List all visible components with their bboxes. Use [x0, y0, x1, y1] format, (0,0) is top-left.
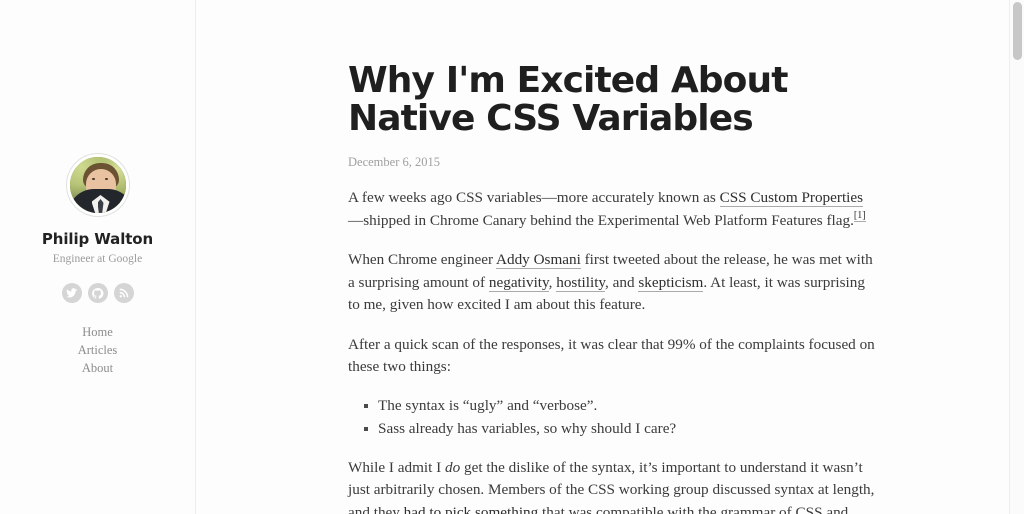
- link-skepticism[interactable]: skepticism: [638, 273, 704, 292]
- avatar-eye-left: [91, 178, 95, 180]
- link-hostility[interactable]: hostility: [556, 273, 606, 292]
- github-icon[interactable]: [87, 283, 108, 303]
- link-addy-osmani[interactable]: Addy Osmani: [496, 251, 581, 269]
- article: Why I'm Excited About Native CSS Variabl…: [348, 0, 878, 514]
- p4-s1: While I admit I: [348, 458, 445, 476]
- social-links: [0, 283, 195, 303]
- nav-item-articles[interactable]: Articles: [0, 341, 195, 359]
- twitter-icon[interactable]: [61, 283, 82, 303]
- link-css-custom-properties[interactable]: CSS Custom Properties: [719, 189, 864, 207]
- p2-s1: When Chrome engineer: [348, 251, 497, 268]
- main-content: Why I'm Excited About Native CSS Variabl…: [196, 0, 1008, 514]
- avatar-wrapper: [0, 154, 195, 216]
- nav-item-about[interactable]: About: [0, 359, 195, 377]
- person-name: Philip Walton: [41, 230, 154, 248]
- footnote-link-1[interactable]: [1]: [853, 210, 866, 223]
- footnote-ref-1: [1]: [853, 210, 866, 223]
- p1-text-after: —shipped in Chrome Canary behind the Exp…: [348, 211, 854, 229]
- avatar-eye-right: [104, 178, 108, 180]
- paragraph-4: While I admit I do get the dislike of th…: [348, 457, 878, 514]
- nav-item-home[interactable]: Home: [0, 323, 195, 341]
- complaints-list: The syntax is “ugly” and “verbose”. Sass…: [348, 394, 878, 440]
- page-root: Philip Walton Engineer at Google Home Ar…: [0, 0, 1024, 514]
- post-date: December 6, 2015: [348, 155, 440, 169]
- page-title: Why I'm Excited About Native CSS Variabl…: [348, 60, 788, 139]
- person-title: Engineer at Google: [52, 253, 143, 265]
- p2-s4: , and: [605, 273, 639, 291]
- list-item: Sass already has variables, so why shoul…: [364, 417, 878, 440]
- link-had-to-pick-something[interactable]: had to pick something: [403, 503, 539, 514]
- paragraph-3: After a quick scan of the responses, it …: [348, 335, 875, 376]
- list-item: The syntax is “ugly” and “verbose”.: [364, 394, 878, 417]
- rss-icon[interactable]: [113, 283, 134, 303]
- paragraph-2: When Chrome engineer Addy Osmani first t…: [348, 249, 878, 317]
- sidebar-nav: Home Articles About: [0, 323, 195, 377]
- link-negativity[interactable]: negativity: [488, 273, 549, 292]
- page-scrollbar[interactable]: [1009, 0, 1024, 514]
- avatar: [66, 154, 129, 216]
- p4-emphasis: do: [445, 458, 461, 476]
- sidebar: Philip Walton Engineer at Google Home Ar…: [0, 0, 196, 514]
- p1-text-before: A few weeks ago CSS variables—more accur…: [348, 189, 720, 206]
- paragraph-1: A few weeks ago CSS variables—more accur…: [348, 187, 878, 232]
- scrollbar-thumb[interactable]: [1013, 2, 1022, 60]
